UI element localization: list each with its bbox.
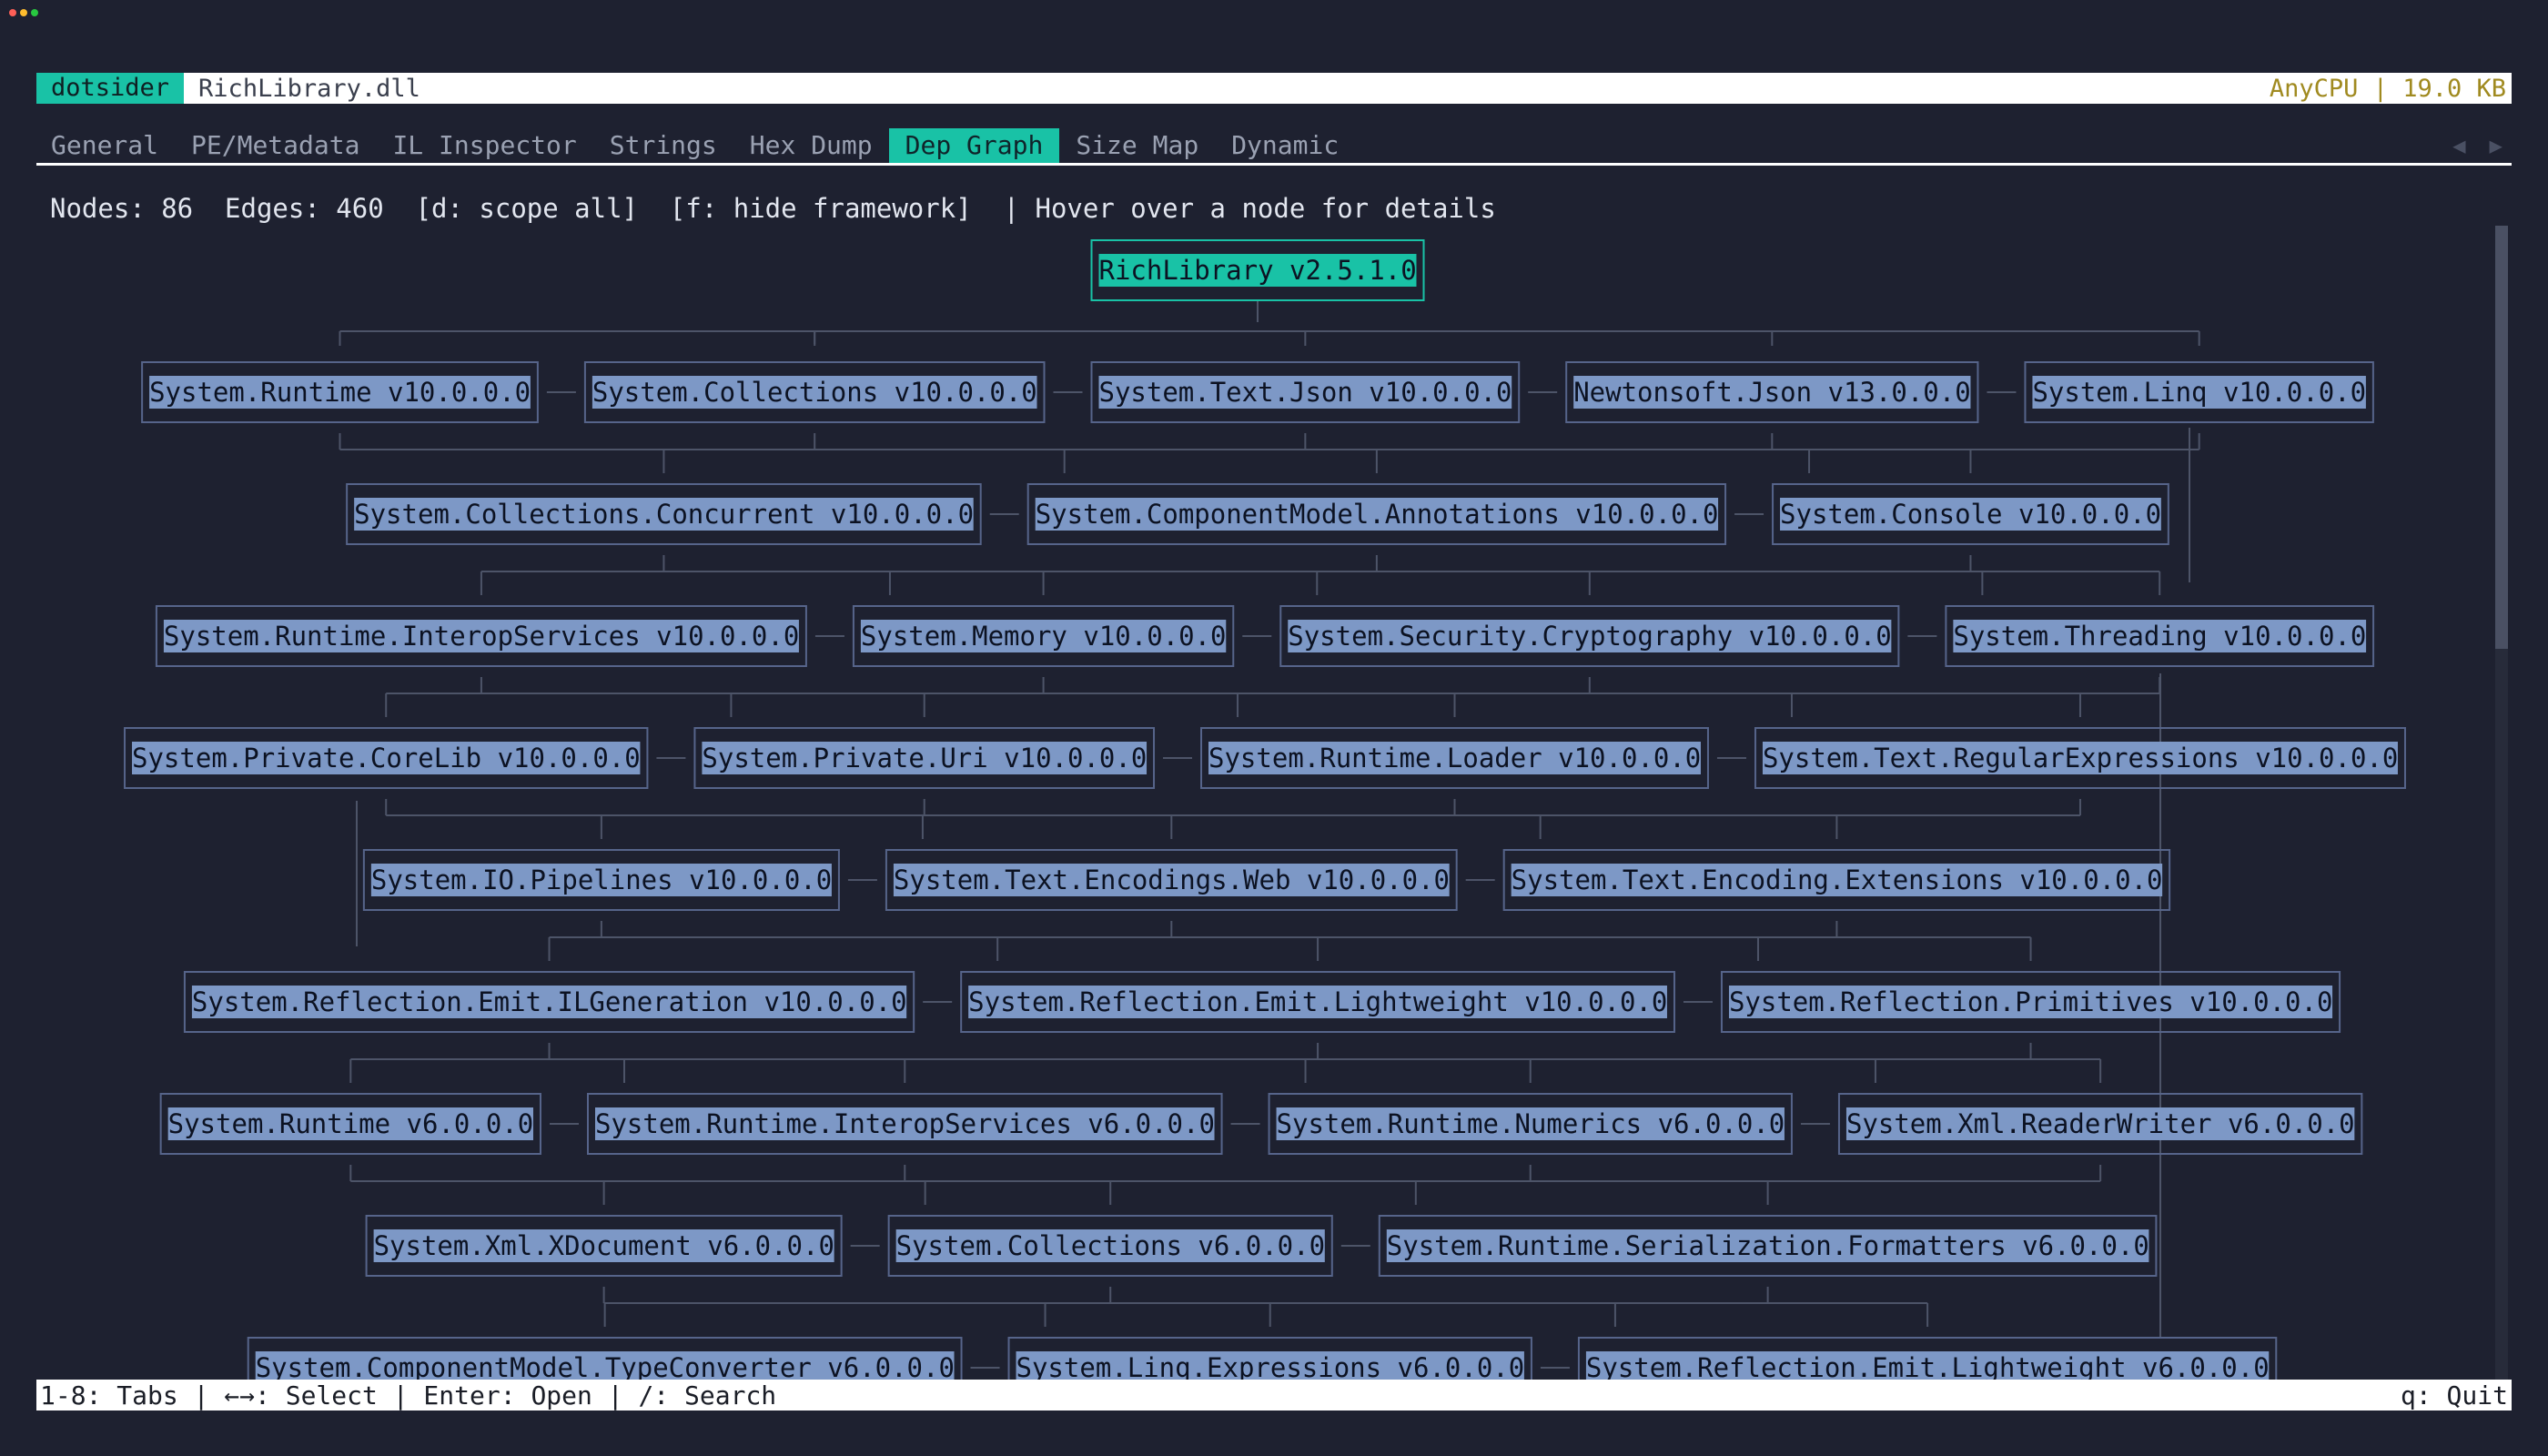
scrollbar-thumb[interactable] — [2495, 226, 2508, 649]
node-label: System.Security.Cryptography v10.0.0.0 — [1288, 621, 1891, 652]
root-node[interactable]: RichLibrary v2.5.1.0 — [1090, 239, 1425, 301]
node-label: System.Reflection.Emit.Lightweight v10.0… — [968, 986, 1667, 1017]
node-label: System.Console v10.0.0.0 — [1780, 499, 2161, 530]
graph-node[interactable]: Newtonsoft.Json v13.0.0.0 — [1565, 361, 1979, 423]
node-label: System.Runtime.Serialization.Formatters … — [1387, 1230, 2149, 1261]
graph-node[interactable]: System.Reflection.Emit.Lightweight v10.0… — [960, 971, 1675, 1033]
keybinding-hints: 1-8: Tabs | ←→: Select | Enter: Open | /… — [40, 1380, 777, 1410]
graph-node[interactable]: System.Runtime.InteropServices v6.0.0.0 — [587, 1093, 1223, 1155]
node-label: System.Threading v10.0.0.0 — [1953, 621, 2366, 652]
node-label: System.Linq v10.0.0.0 — [2032, 377, 2366, 408]
graph-node[interactable]: System.Text.Json v10.0.0.0 — [1090, 361, 1521, 423]
graph-node[interactable]: System.Runtime.InteropServices v10.0.0.0 — [155, 605, 807, 667]
node-label: System.Reflection.Emit.Lightweight v6.0.… — [1586, 1352, 2270, 1383]
graph-node[interactable]: System.Reflection.Emit.Lightweight v6.0.… — [1577, 1337, 2278, 1383]
graph-node[interactable]: System.Linq.Expressions v6.0.0.0 — [1007, 1337, 1532, 1383]
node-label: System.Memory v10.0.0.0 — [861, 621, 1227, 652]
graph-node[interactable]: System.Runtime v6.0.0.0 — [159, 1093, 541, 1155]
node-label: System.Private.CoreLib v10.0.0.0 — [132, 743, 641, 774]
node-label: System.Runtime.Loader v10.0.0.0 — [1208, 743, 1701, 774]
node-label: System.Text.Encoding.Extensions v10.0.0.… — [1512, 864, 2163, 895]
dependency-graph: RichLibrary v2.5.1.0 System.Runtime v10.0… — [124, 239, 2406, 1383]
node-label: System.ComponentModel.TypeConverter v6.0… — [256, 1352, 955, 1383]
node-layer: RichLibrary v2.5.1.0 System.Runtime v10.0… — [124, 239, 2406, 1383]
node-label: System.Runtime.InteropServices v10.0.0.0 — [164, 621, 799, 652]
node-label: System.Xml.ReaderWriter v6.0.0.0 — [1846, 1108, 2355, 1139]
graph-node[interactable]: System.Xml.XDocument v6.0.0.0 — [365, 1215, 843, 1277]
node-label: System.Runtime.InteropServices v6.0.0.0 — [595, 1108, 1215, 1139]
graph-node[interactable]: System.Text.Encoding.Extensions v10.0.0.… — [1502, 849, 2171, 911]
graph-node[interactable]: System.Private.Uri v10.0.0.0 — [693, 727, 1156, 789]
node-label: System.Runtime v6.0.0.0 — [168, 1108, 534, 1139]
graph-node[interactable]: System.Runtime.Serialization.Formatters … — [1378, 1215, 2158, 1277]
node-label: System.Runtime.Numerics v6.0.0.0 — [1277, 1108, 1785, 1139]
node-label: System.Xml.XDocument v6.0.0.0 — [374, 1230, 834, 1261]
graph-node[interactable]: System.IO.Pipelines v10.0.0.0 — [362, 849, 840, 911]
graph-node[interactable]: System.Collections.Concurrent v10.0.0.0 — [346, 483, 982, 545]
node-label: System.Text.Json v10.0.0.0 — [1099, 377, 1512, 408]
graph-node[interactable]: System.Private.CoreLib v10.0.0.0 — [124, 727, 649, 789]
graph-node[interactable]: System.Console v10.0.0.0 — [1772, 483, 2169, 545]
graph-node[interactable]: System.Xml.ReaderWriter v6.0.0.0 — [1837, 1093, 2363, 1155]
node-label: System.Linq.Expressions v6.0.0.0 — [1016, 1352, 1525, 1383]
graph-node[interactable]: System.Reflection.Emit.ILGeneration v10.… — [183, 971, 915, 1033]
graph-node[interactable]: System.Memory v10.0.0.0 — [852, 605, 1235, 667]
node-label: System.Reflection.Primitives v10.0.0.0 — [1729, 986, 2332, 1017]
graph-node[interactable]: System.Runtime.Loader v10.0.0.0 — [1200, 727, 1709, 789]
node-label: System.Reflection.Emit.ILGeneration v10.… — [192, 986, 907, 1017]
node-label: System.Private.Uri v10.0.0.0 — [702, 743, 1147, 774]
node-label: System.Collections v10.0.0.0 — [592, 377, 1037, 408]
graph-node[interactable]: System.Security.Cryptography v10.0.0.0 — [1279, 605, 1900, 667]
node-label: System.Collections v6.0.0.0 — [896, 1230, 1325, 1261]
node-label: System.IO.Pipelines v10.0.0.0 — [371, 864, 832, 895]
graph-node[interactable]: System.ComponentModel.TypeConverter v6.0… — [247, 1337, 963, 1383]
node-label: System.ComponentModel.Annotations v10.0.… — [1036, 499, 1719, 530]
node-label: RichLibrary v2.5.1.0 — [1099, 255, 1417, 286]
quit-hint: q: Quit — [2400, 1380, 2508, 1410]
node-label: System.Runtime v10.0.0.0 — [149, 377, 531, 408]
scrollbar[interactable] — [2495, 226, 2508, 1383]
graph-node[interactable]: System.Collections v10.0.0.0 — [583, 361, 1046, 423]
graph-node[interactable]: System.Threading v10.0.0.0 — [1945, 605, 2375, 667]
graph-node[interactable]: System.Reflection.Primitives v10.0.0.0 — [1720, 971, 2341, 1033]
status-bar: 1-8: Tabs | ←→: Select | Enter: Open | /… — [36, 1380, 2512, 1410]
edge-layer — [339, 300, 2200, 1369]
graph-node[interactable]: System.Text.Encodings.Web v10.0.0.0 — [885, 849, 1458, 911]
node-label: Newtonsoft.Json v13.0.0.0 — [1573, 377, 1971, 408]
node-label: System.Collections.Concurrent v10.0.0.0 — [354, 499, 974, 530]
node-label: System.Text.Encodings.Web v10.0.0.0 — [894, 864, 1450, 895]
graph-node[interactable]: System.Collections v6.0.0.0 — [887, 1215, 1333, 1277]
graph-node[interactable]: System.Linq v10.0.0.0 — [2024, 361, 2374, 423]
graph-node[interactable]: System.Text.RegularExpressions v10.0.0.0 — [1754, 727, 2406, 789]
graph-node[interactable]: System.Runtime.Numerics v6.0.0.0 — [1268, 1093, 1793, 1155]
node-label: System.Text.RegularExpressions v10.0.0.0 — [1763, 743, 2398, 774]
graph-node[interactable]: System.Runtime v10.0.0.0 — [141, 361, 539, 423]
graph-node[interactable]: System.ComponentModel.Annotations v10.0.… — [1026, 483, 1727, 545]
